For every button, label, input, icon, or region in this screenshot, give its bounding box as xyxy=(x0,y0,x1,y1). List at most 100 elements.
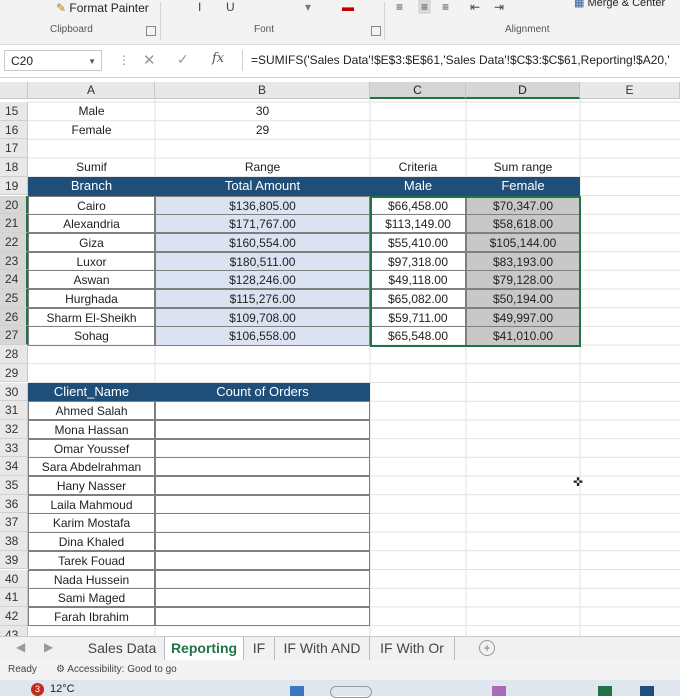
gender-count-cell[interactable]: 30 xyxy=(155,102,370,121)
windows-start-icon[interactable] xyxy=(290,686,304,696)
row-header[interactable]: 31 xyxy=(0,401,28,420)
female-amount-cell[interactable]: $58,618.00 xyxy=(466,214,580,234)
branch-name-cell[interactable]: Luxor xyxy=(28,251,155,271)
row-header[interactable]: 41 xyxy=(0,588,28,607)
select-all-corner[interactable] xyxy=(0,82,28,99)
tab-if[interactable]: IF xyxy=(244,637,275,660)
app-icon[interactable] xyxy=(640,686,654,696)
range-label-cell[interactable]: Range xyxy=(155,158,370,177)
count-of-orders-cell[interactable] xyxy=(155,438,370,458)
branch-table-header[interactable]: Female xyxy=(466,176,580,196)
count-of-orders-cell[interactable] xyxy=(155,532,370,552)
chevron-down-icon[interactable]: ▼ xyxy=(88,51,96,72)
row-header[interactable]: 23 xyxy=(0,251,28,271)
female-amount-cell[interactable]: $50,194.00 xyxy=(466,289,580,309)
client-name-cell[interactable]: Ahmed Salah xyxy=(28,401,155,421)
clipboard-launcher-icon[interactable] xyxy=(146,26,156,36)
accessibility-status[interactable]: ⚙ Accessibility: Good to go xyxy=(56,660,177,680)
row-header[interactable]: 35 xyxy=(0,476,28,495)
count-of-orders-cell[interactable] xyxy=(155,569,370,589)
sumif-label-cell[interactable]: Sumif xyxy=(28,158,155,177)
client-name-cell[interactable]: Omar Youssef xyxy=(28,438,155,458)
tab-if-with-or[interactable]: IF With Or xyxy=(370,637,455,660)
female-amount-cell[interactable]: $83,193.00 xyxy=(466,251,580,271)
row-header[interactable]: 24 xyxy=(0,270,28,289)
criteria-label-cell[interactable]: Criteria xyxy=(370,158,466,177)
row-header[interactable]: 27 xyxy=(0,326,28,346)
insert-function-icon[interactable]: fx xyxy=(212,51,224,66)
align-right-icon[interactable]: ≡ xyxy=(442,0,449,14)
row-header[interactable]: 25 xyxy=(0,289,28,308)
row-header[interactable]: 34 xyxy=(0,457,28,476)
branch-name-cell[interactable]: Giza xyxy=(28,232,155,253)
column-header-a[interactable]: A xyxy=(28,82,155,99)
client-name-cell[interactable]: Tarek Fouad xyxy=(28,550,155,570)
client-name-cell[interactable]: Hany Nasser xyxy=(28,476,155,496)
row-header[interactable]: 39 xyxy=(0,550,28,570)
name-box[interactable]: C20 ▼ xyxy=(4,50,102,71)
total-amount-cell[interactable]: $115,276.00 xyxy=(155,289,370,309)
align-left-icon[interactable]: ≡ xyxy=(396,0,403,14)
branch-name-cell[interactable]: Aswan xyxy=(28,270,155,290)
cancel-icon[interactable]: ✕ xyxy=(143,51,156,69)
count-of-orders-cell[interactable] xyxy=(155,494,370,514)
client-name-cell[interactable]: Sami Maged xyxy=(28,588,155,608)
increase-indent-icon[interactable]: ⇥ xyxy=(494,0,504,14)
decrease-indent-icon[interactable]: ⇤ xyxy=(470,0,480,14)
client-name-header[interactable]: Client_Name xyxy=(28,382,155,402)
branch-table-header[interactable]: Branch xyxy=(28,176,155,196)
row-header[interactable]: 30 xyxy=(0,382,28,402)
male-amount-cell[interactable]: $65,082.00 xyxy=(370,289,466,309)
total-amount-cell[interactable]: $180,511.00 xyxy=(155,251,370,271)
total-amount-cell[interactable]: $160,554.00 xyxy=(155,232,370,253)
count-of-orders-header[interactable]: Count of Orders xyxy=(155,382,370,402)
row-header[interactable]: 32 xyxy=(0,419,28,439)
column-header-d[interactable]: D xyxy=(466,82,580,99)
enter-icon[interactable]: ✓ xyxy=(177,51,189,68)
row-header[interactable]: 21 xyxy=(0,214,28,233)
client-name-cell[interactable]: Dina Khaled xyxy=(28,532,155,552)
client-name-cell[interactable]: Farah Ibrahim xyxy=(28,606,155,627)
gender-count-cell[interactable]: 29 xyxy=(155,121,370,140)
count-of-orders-cell[interactable] xyxy=(155,550,370,570)
male-amount-cell[interactable]: $49,118.00 xyxy=(370,270,466,290)
total-amount-cell[interactable]: $128,246.00 xyxy=(155,270,370,290)
count-of-orders-cell[interactable] xyxy=(155,606,370,627)
total-amount-cell[interactable]: $106,558.00 xyxy=(155,326,370,346)
count-of-orders-cell[interactable] xyxy=(155,457,370,477)
tab-scroll-left-icon[interactable]: ◀ xyxy=(16,640,25,654)
branch-name-cell[interactable]: Hurghada xyxy=(28,289,155,309)
align-center-icon[interactable]: ≡ xyxy=(418,0,432,14)
count-of-orders-cell[interactable] xyxy=(155,401,370,421)
client-name-cell[interactable]: Karim Mostafa xyxy=(28,513,155,533)
row-header[interactable]: 28 xyxy=(0,345,28,364)
branch-name-cell[interactable]: Sohag xyxy=(28,326,155,346)
row-header[interactable]: 26 xyxy=(0,307,28,327)
branch-table-header[interactable]: Total Amount xyxy=(155,176,370,196)
italic-icon[interactable]: I xyxy=(198,0,201,14)
male-amount-cell[interactable]: $65,548.00 xyxy=(370,326,466,346)
row-header[interactable]: 17 xyxy=(0,139,28,159)
client-name-cell[interactable]: Laila Mahmoud xyxy=(28,494,155,514)
total-amount-cell[interactable]: $109,708.00 xyxy=(155,307,370,327)
branch-table-header[interactable]: Male xyxy=(370,176,466,196)
column-header-e[interactable]: E xyxy=(580,82,680,99)
row-header[interactable]: 36 xyxy=(0,494,28,514)
row-header[interactable]: 15 xyxy=(0,102,28,121)
branch-name-cell[interactable]: Sharm El-Sheikh xyxy=(28,307,155,327)
male-amount-cell[interactable]: $66,458.00 xyxy=(370,195,466,215)
female-amount-cell[interactable]: $70,347.00 xyxy=(466,195,580,215)
row-header[interactable]: 40 xyxy=(0,569,28,589)
client-name-cell[interactable]: Sara Abdelrahman xyxy=(28,457,155,477)
row-header[interactable]: 33 xyxy=(0,438,28,458)
row-header[interactable]: 16 xyxy=(0,120,28,140)
gender-label-cell[interactable]: Female xyxy=(28,121,155,140)
add-sheet-button[interactable]: + xyxy=(479,640,495,656)
row-header[interactable]: 29 xyxy=(0,363,28,383)
row-header[interactable]: 38 xyxy=(0,532,28,551)
font-color-icon[interactable]: ▬ xyxy=(342,0,354,14)
row-header[interactable]: 18 xyxy=(0,158,28,177)
gender-label-cell[interactable]: Male xyxy=(28,102,155,121)
branch-name-cell[interactable]: Cairo xyxy=(28,195,155,215)
tab-sales-data[interactable]: Sales Data xyxy=(80,637,165,660)
